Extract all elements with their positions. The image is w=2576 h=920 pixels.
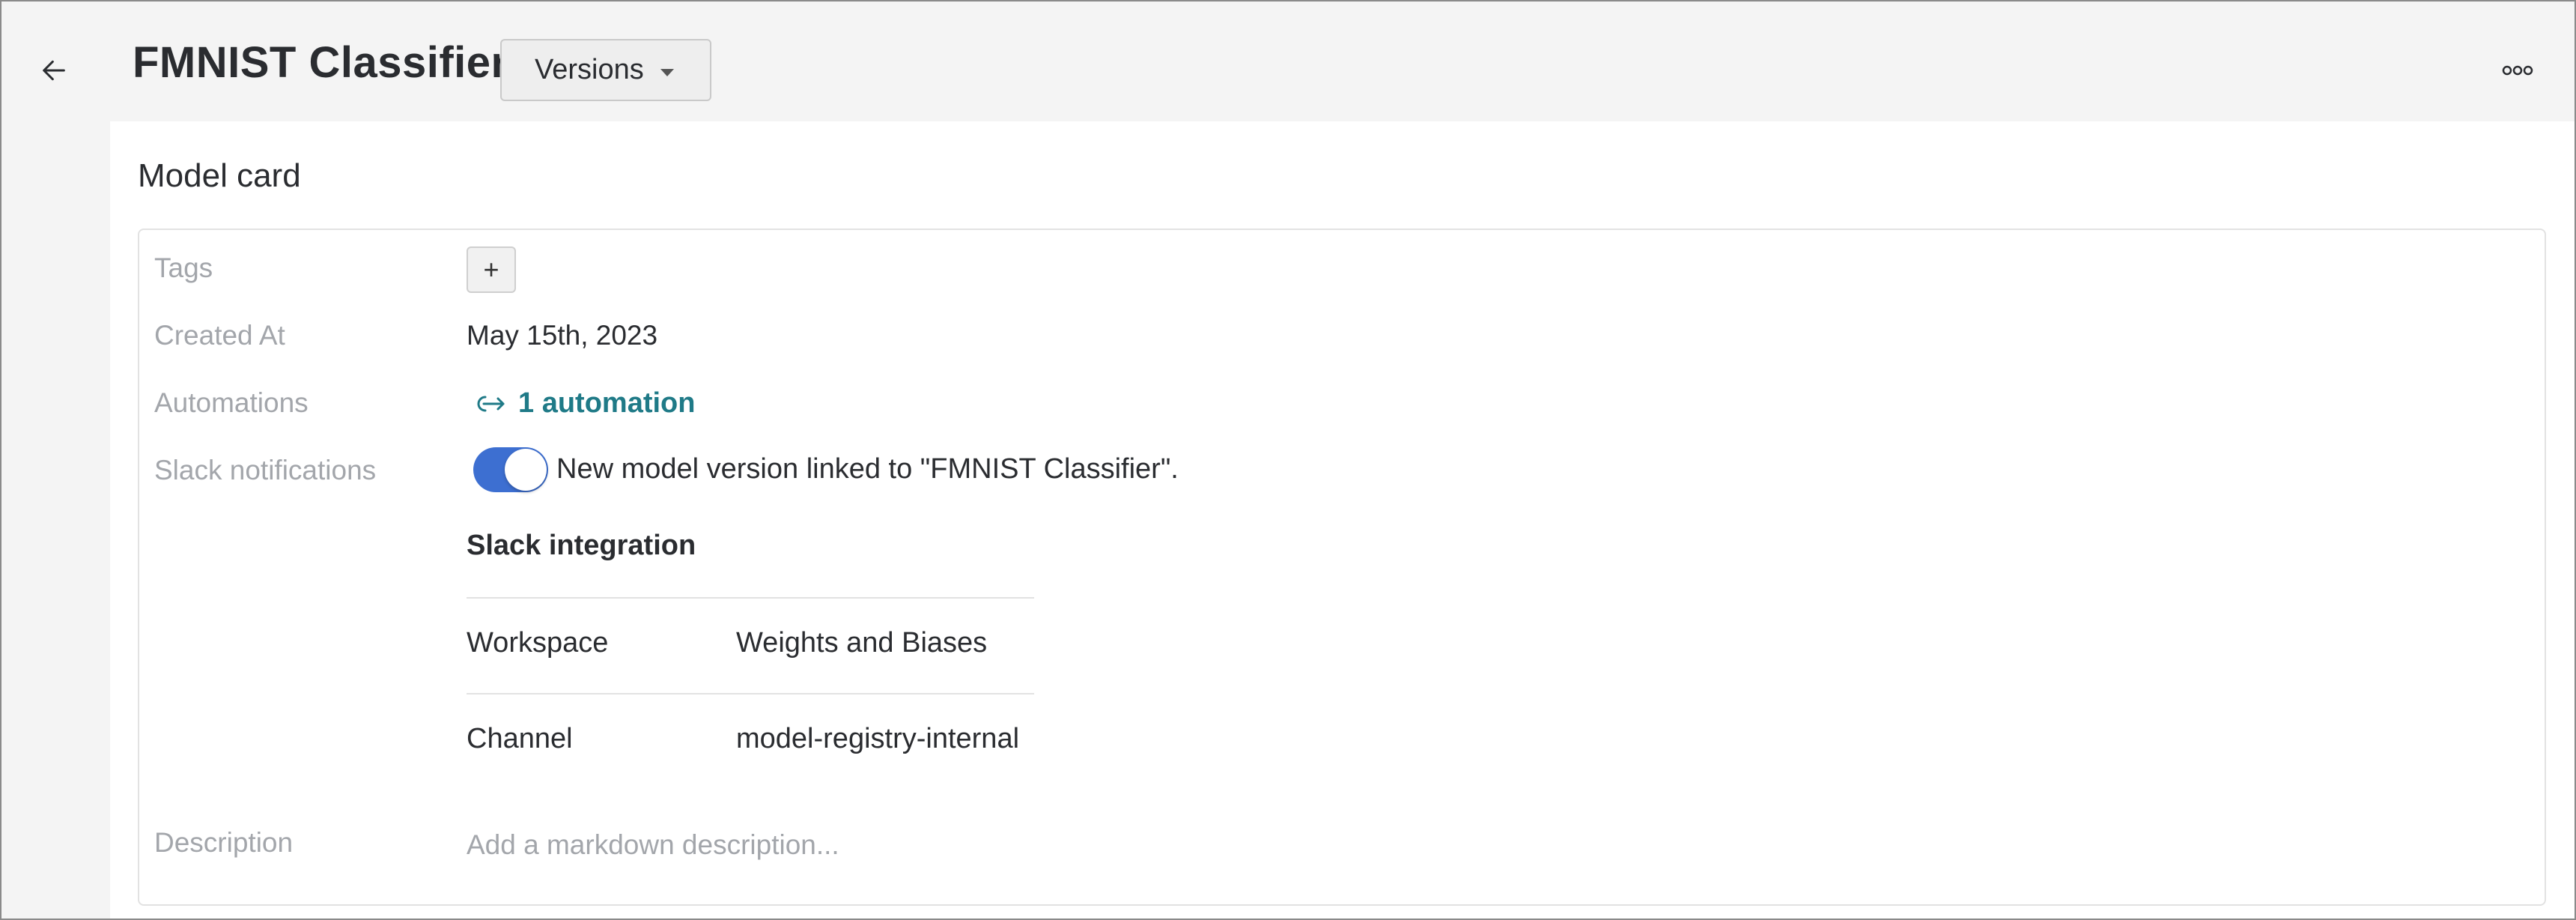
created-at-label: Created At: [154, 320, 285, 351]
back-button[interactable]: [34, 51, 73, 90]
automations-link[interactable]: 1 automation: [475, 387, 695, 420]
slack-notifications-label: Slack notifications: [154, 455, 377, 485]
slack-row-channel: Channel model-registry-internal: [467, 693, 1034, 789]
tags-label: Tags: [154, 252, 213, 283]
page-title: FMNIST Classifier: [133, 38, 508, 87]
more-options-button[interactable]: [2491, 54, 2544, 87]
slack-key: Channel: [467, 723, 573, 754]
model-card: Tags + Created At May 15th, 2023 Automat…: [138, 229, 2546, 906]
chevron-down-icon: [660, 68, 674, 76]
slack-row-workspace: Workspace Weights and Biases: [467, 597, 1034, 693]
slack-value: Weights and Biases: [736, 627, 988, 659]
more-horizontal-icon: [2502, 65, 2533, 76]
automations-count: 1 automation: [518, 387, 696, 419]
created-at-value: May 15th, 2023: [467, 320, 658, 351]
description-input[interactable]: Add a markdown description...: [467, 829, 839, 861]
add-tag-button[interactable]: +: [467, 246, 516, 293]
versions-dropdown[interactable]: Versions: [500, 39, 711, 101]
link-arrow-icon: [475, 393, 508, 415]
arrow-left-icon: [43, 60, 65, 81]
page-header: FMNIST Classifier Versions: [110, 1, 2575, 121]
slack-integration-table: Workspace Weights and Biases Channel mod…: [467, 597, 1034, 789]
app-window: FMNIST Classifier Versions Model card Ta…: [0, 0, 2576, 920]
slack-value: model-registry-internal: [736, 723, 1020, 754]
model-card-heading: Model card: [138, 157, 301, 194]
description-label: Description: [154, 827, 294, 858]
automations-label: Automations: [154, 387, 309, 418]
versions-label: Versions: [535, 54, 644, 85]
left-rail: [1, 1, 110, 919]
slack-key: Workspace: [467, 627, 609, 659]
slack-integration-heading: Slack integration: [467, 530, 696, 561]
slack-toggle-description: New model version linked to "FMNIST Clas…: [556, 453, 1179, 485]
slack-notifications-toggle[interactable]: [473, 447, 548, 492]
toggle-knob: [505, 449, 547, 491]
